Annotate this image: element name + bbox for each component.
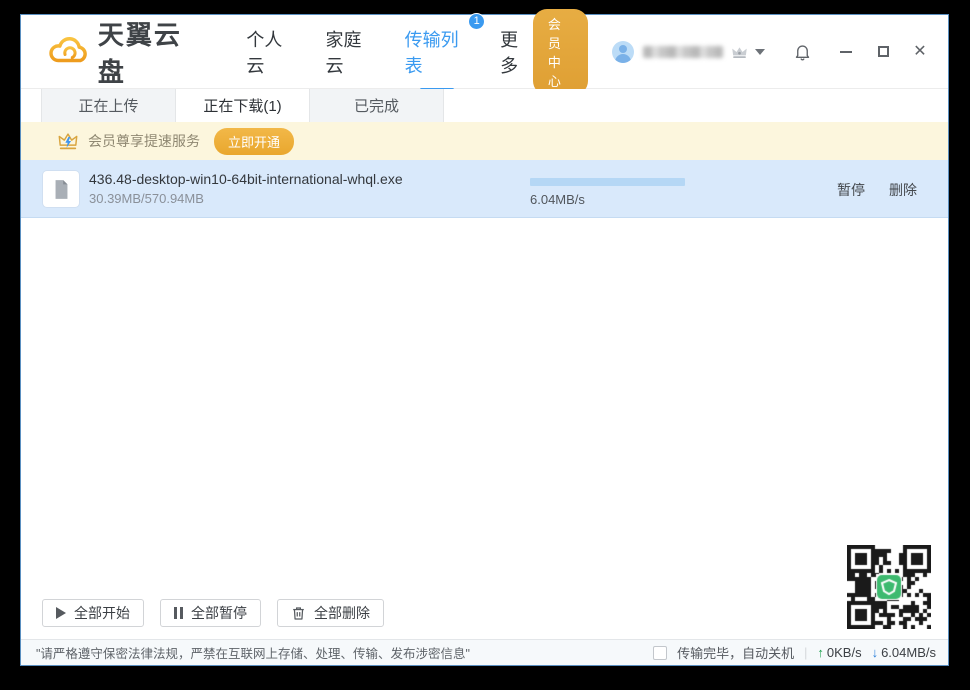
- download-arrow-icon: ↓: [871, 645, 879, 660]
- window-controls: ✕: [838, 43, 928, 60]
- pause-all-label: 全部暂停: [191, 605, 247, 621]
- statusbar: "请严格遵守保密法律法规，严禁在互联网上存储、处理、传输、发布涉密信息" 传输完…: [21, 639, 948, 665]
- progress-bar: [530, 178, 685, 186]
- chevron-down-icon: [755, 48, 765, 55]
- minimize-button[interactable]: [838, 44, 854, 60]
- user-menu[interactable]: [612, 40, 765, 63]
- tab-uploading[interactable]: 正在上传: [42, 89, 176, 122]
- crown-bolt-icon: [57, 131, 79, 152]
- tab-downloading[interactable]: 正在下载(1): [176, 89, 310, 122]
- cloud-logo-icon: [49, 37, 87, 63]
- pause-icon: [174, 607, 183, 619]
- close-button[interactable]: ✕: [912, 43, 928, 60]
- app-logo: 天翼云盘: [47, 15, 202, 89]
- activate-now-button[interactable]: 立即开通: [214, 127, 295, 155]
- upload-speed-value: 0KB/s: [826, 645, 862, 660]
- nav-more[interactable]: 更多: [500, 22, 533, 82]
- download-size-progress: 30.39MB/570.94MB: [89, 191, 204, 206]
- user-avatar: [612, 40, 634, 63]
- delete-link[interactable]: 删除: [889, 180, 917, 200]
- speedup-banner: 会员尊享提速服务 立即开通: [21, 122, 948, 160]
- auto-shutdown-label: 传输完毕，自动关机: [677, 646, 795, 661]
- maximize-button[interactable]: [875, 44, 891, 60]
- transfer-count-badge: 1: [468, 12, 486, 30]
- titlebar: 天翼云盘 个人云 家庭云 传输列表 1 更多 会员中心 ✕: [21, 8, 948, 95]
- notification-bell-icon[interactable]: [793, 42, 812, 62]
- play-icon: [56, 607, 66, 619]
- statusbar-divider: |: [804, 645, 808, 660]
- download-speed-value: 6.04MB/s: [881, 645, 936, 660]
- auto-shutdown-checkbox[interactable]: [653, 645, 668, 660]
- trash-icon: [291, 605, 306, 621]
- batch-action-buttons: 全部开始 全部暂停 全部删除: [42, 599, 384, 627]
- transfer-tabs: 正在上传 正在下载(1) 已完成: [21, 89, 948, 122]
- tab-completed[interactable]: 已完成: [310, 89, 444, 122]
- nav-transfer-list-label: 传输列表: [404, 29, 459, 76]
- delete-all-label: 全部删除: [314, 605, 370, 621]
- username-blurred: [643, 45, 723, 58]
- nav-personal-cloud[interactable]: 个人云: [246, 22, 295, 82]
- app-title: 天翼云盘: [97, 19, 182, 87]
- nav-transfer-list[interactable]: 传输列表 1: [404, 12, 486, 91]
- download-row[interactable]: 436.48-desktop-win10-64bit-international…: [21, 160, 948, 218]
- titlebar-right: 会员中心 ✕: [532, 8, 928, 95]
- upload-arrow-icon: ↑: [817, 645, 824, 660]
- download-filename: 436.48-desktop-win10-64bit-international…: [89, 171, 403, 187]
- speedup-banner-text: 会员尊享提速服务: [88, 133, 200, 149]
- delete-all-button[interactable]: 全部删除: [277, 599, 384, 627]
- vip-crown-icon: [731, 45, 748, 59]
- file-icon: [43, 171, 79, 207]
- start-all-button[interactable]: 全部开始: [42, 599, 144, 627]
- security-notice: "请严格遵守保密法律法规，严禁在互联网上存储、处理、传输、发布涉密信息": [36, 647, 470, 661]
- app-window: 天翼云盘 个人云 家庭云 传输列表 1 更多 会员中心 ✕ 正在上传 正在下载(…: [20, 8, 949, 666]
- statusbar-right: 传输完毕，自动关机 | ↑ 0KB/s ↓ 6.04MB/s: [653, 643, 936, 662]
- total-upload-speed: ↑ 0KB/s: [817, 645, 861, 660]
- start-all-label: 全部开始: [74, 605, 130, 621]
- qr-code: [847, 545, 931, 629]
- main-nav: 个人云 家庭云 传输列表 1 更多: [246, 12, 533, 91]
- transfer-list-empty-area: 全部开始 全部暂停 全部删除: [21, 218, 948, 639]
- download-speed: 6.04MB/s: [530, 192, 585, 207]
- pause-all-button[interactable]: 全部暂停: [160, 599, 261, 627]
- nav-family-cloud[interactable]: 家庭云: [326, 22, 375, 82]
- total-download-speed: ↓ 6.04MB/s: [872, 645, 936, 660]
- pause-link[interactable]: 暂停: [837, 180, 865, 200]
- member-center-button[interactable]: 会员中心: [532, 8, 588, 95]
